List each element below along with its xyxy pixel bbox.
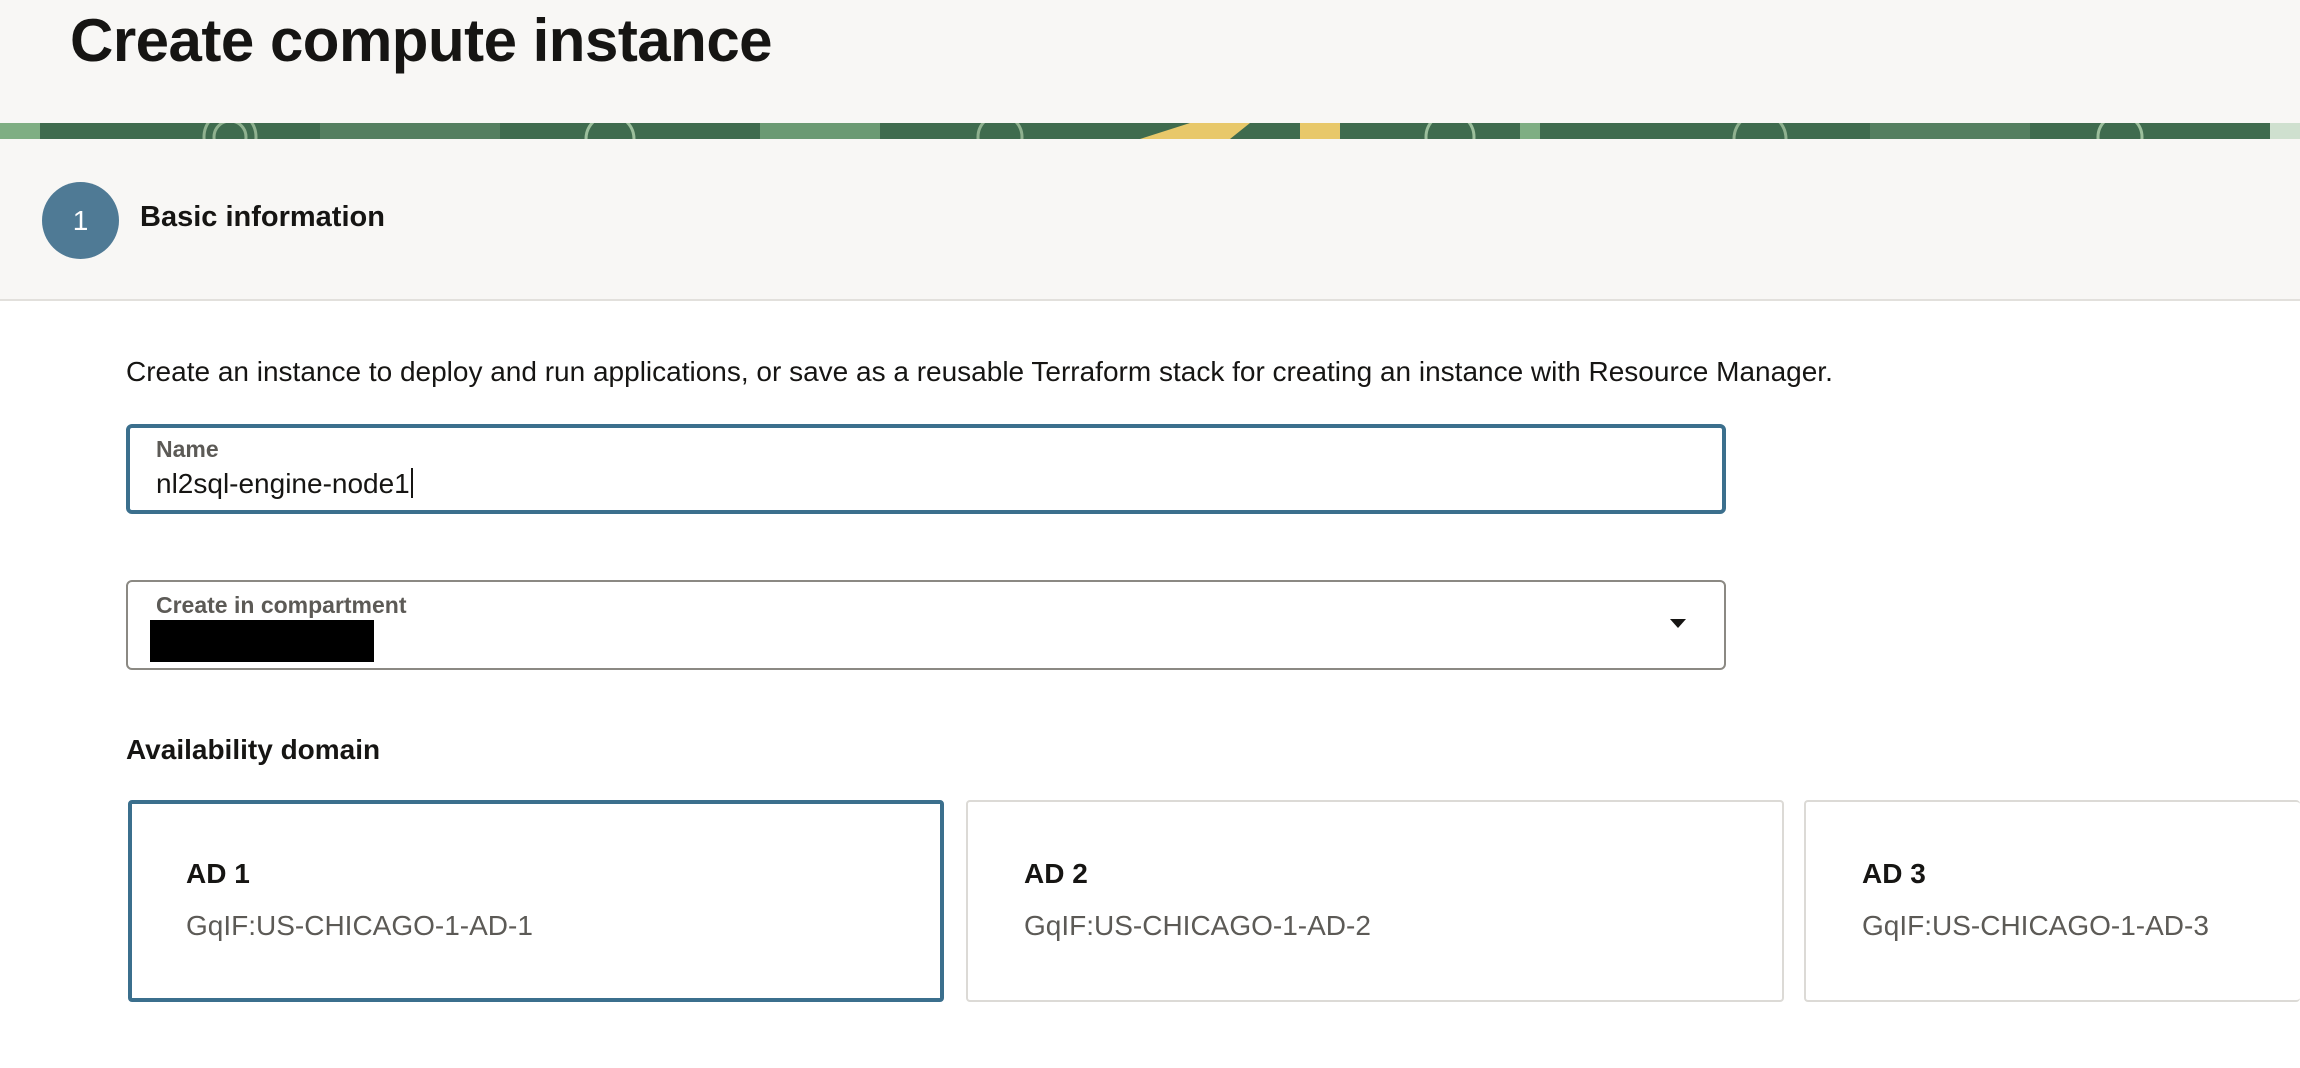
page-title: Create compute instance: [70, 7, 773, 74]
compartment-field-label: Create in compartment: [156, 592, 407, 618]
intro-description: Create an instance to deploy and run app…: [126, 356, 1833, 387]
ad-option-3[interactable]: AD 3 GqIF:US-CHICAGO-1-AD-3: [1804, 800, 2300, 1002]
step-label-basic-information[interactable]: Basic information: [140, 201, 385, 234]
ad-option-subtitle: GqIF:US-CHICAGO-1-AD-3: [1862, 910, 2209, 941]
wizard-steps: 1 Basic information: [0, 139, 2300, 301]
create-instance-page: Create compute instance 1 Basic informat…: [0, 0, 2300, 1068]
ad-option-title: AD 1: [186, 858, 250, 889]
name-input-value: nl2sql-engine-node1: [156, 468, 410, 499]
availability-domain-label: Availability domain: [126, 734, 381, 765]
page-header: Create compute instance: [0, 0, 2300, 123]
name-field-label: Name: [156, 436, 219, 462]
ad-option-title: AD 3: [1862, 858, 1926, 889]
ad-option-subtitle: GqIF:US-CHICAGO-1-AD-1: [186, 910, 533, 941]
ad-option-title: AD 2: [1024, 858, 1088, 889]
ad-option-2[interactable]: AD 2 GqIF:US-CHICAGO-1-AD-2: [966, 800, 1784, 1002]
compartment-value-redacted: [150, 620, 374, 662]
decorative-banner: [0, 123, 2300, 139]
chevron-down-icon[interactable]: [1668, 616, 1688, 630]
name-input[interactable]: nl2sql-engine-node1: [156, 468, 413, 500]
step-number-badge[interactable]: 1: [42, 182, 119, 259]
ad-option-1[interactable]: AD 1 GqIF:US-CHICAGO-1-AD-1: [128, 800, 944, 1002]
compartment-select[interactable]: Create in compartment: [126, 580, 1726, 670]
ad-option-subtitle: GqIF:US-CHICAGO-1-AD-2: [1024, 910, 1371, 941]
name-field[interactable]: Name nl2sql-engine-node1: [126, 424, 1726, 514]
text-caret: [410, 468, 413, 498]
